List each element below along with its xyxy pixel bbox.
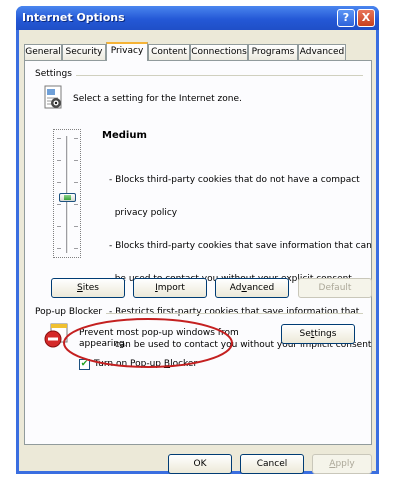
help-icon: ? (342, 11, 350, 24)
checkbox-label-text: Turn on Pop-up (94, 359, 164, 369)
slider-tick (57, 182, 61, 183)
cancel-button[interactable]: Cancel (240, 454, 304, 474)
checkbox-label-rest: locker (170, 359, 198, 369)
popup-blocker-checkbox-label[interactable]: Turn on Pop-up Blocker (94, 359, 197, 370)
slider-tick (74, 226, 78, 227)
slider-tick (74, 204, 78, 205)
slider-tick (57, 204, 61, 205)
import-button-label: mport (157, 283, 185, 293)
popup-blocker-checkbox[interactable]: ✔ (79, 359, 90, 370)
settings-instruction: Select a setting for the Internet zone. (73, 94, 242, 104)
privacy-slider[interactable] (53, 129, 81, 258)
popup-settings-label: Se (299, 329, 311, 339)
advanced-button-label: Ad (229, 283, 242, 293)
advanced-button[interactable]: Advanced (215, 278, 289, 298)
popup-description-line2: appearing. (79, 339, 128, 349)
slider-tick (74, 160, 78, 161)
settings-group-label: Settings (35, 69, 76, 79)
apply-button-label: pply (335, 459, 355, 469)
tab-advanced[interactable]: Advanced (298, 44, 346, 60)
slider-thumb[interactable] (59, 193, 76, 202)
slider-tick (74, 138, 78, 139)
sites-button[interactable]: Sites (51, 278, 125, 298)
privacy-zone-icon (44, 85, 62, 109)
description-line: - Blocks third-party cookies that do not… (109, 175, 360, 185)
advanced-button-label-rest: anced (246, 283, 275, 293)
popup-description-line1: Prevent most pop-up windows from (79, 328, 239, 338)
import-button[interactable]: Import (133, 278, 207, 298)
slider-tick (74, 182, 78, 183)
popup-settings-button[interactable]: Settings (281, 324, 355, 344)
tab-general[interactable]: General (24, 44, 62, 60)
slider-tick (74, 248, 78, 249)
settings-group-line (35, 75, 363, 76)
window-title: Internet Options (22, 11, 125, 24)
ok-button[interactable]: OK (168, 454, 232, 474)
slider-tick (57, 226, 61, 227)
tab-connections[interactable]: Connections (190, 44, 248, 60)
close-button[interactable]: X (357, 9, 375, 27)
default-button[interactable]: Default (298, 278, 372, 298)
sites-button-label: ites (82, 283, 99, 293)
title-bar[interactable]: Internet Options ? X (16, 6, 379, 30)
tab-security[interactable]: Security (62, 44, 106, 60)
help-button[interactable]: ? (337, 9, 355, 27)
dialog-client-area: General Security Privacy Content Connect… (19, 30, 376, 474)
slider-tick (57, 248, 61, 249)
tab-privacy[interactable]: Privacy (106, 42, 148, 61)
internet-options-window: Internet Options ? X General Security Pr… (16, 6, 379, 474)
popup-settings-label-rest: tings (314, 329, 337, 339)
description-line: - Blocks third-party cookies that save i… (109, 241, 372, 251)
description-line: privacy policy (109, 208, 178, 218)
close-icon: X (361, 11, 371, 24)
privacy-level-title: Medium (102, 130, 147, 141)
tab-content[interactable]: Content (148, 44, 190, 60)
apply-button[interactable]: Apply (312, 454, 372, 474)
tab-programs[interactable]: Programs (248, 44, 298, 60)
popup-blocker-icon (44, 323, 68, 348)
slider-tick (57, 160, 61, 161)
popup-group-label: Pop-up Blocker (35, 307, 107, 317)
slider-tick (57, 138, 61, 139)
tab-strip: General Security Privacy Content Connect… (24, 42, 372, 61)
privacy-panel: Settings Select a setting for the Intern… (24, 60, 372, 445)
